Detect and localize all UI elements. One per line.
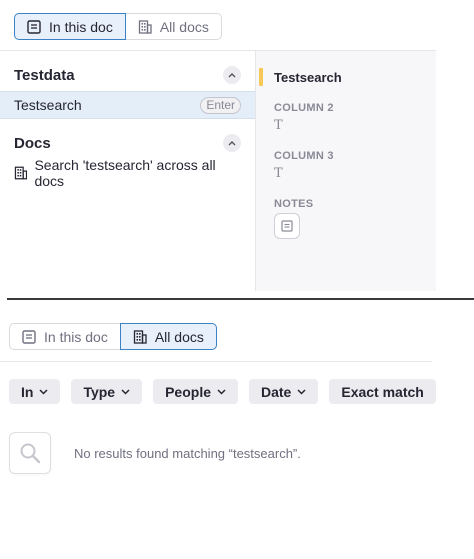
result-content: Search 'testsearch' across all docs (14, 157, 241, 189)
section-header-docs: Docs (14, 133, 241, 153)
building-icon (14, 166, 28, 180)
filter-label: In (21, 383, 34, 400)
page-icon (22, 329, 36, 344)
results-list: Testdata Testsearch Enter Docs Search 't… (0, 51, 255, 291)
filter-bar: In Type People Date Exact match (9, 379, 436, 404)
tab-label: All docs (154, 328, 204, 345)
notes-icon[interactable] (274, 213, 300, 239)
chevron-down-icon (121, 388, 130, 395)
scope-switcher: In this doc All docs (14, 13, 222, 40)
text-type-icon: T (274, 118, 283, 133)
scope-switcher: In this doc All docs (9, 323, 217, 350)
filter-label: Date (261, 383, 292, 400)
preview-title: Testsearch (274, 70, 342, 85)
result-item-search-all-docs[interactable]: Search 'testsearch' across all docs (0, 157, 255, 189)
filter-date-dropdown[interactable]: Date (249, 379, 319, 404)
enter-shortcut-badge: Enter (200, 96, 241, 114)
result-label: Search 'testsearch' across all docs (34, 157, 216, 189)
result-item-testsearch[interactable]: Testsearch Enter (0, 91, 255, 119)
text-type-icon: T (274, 166, 283, 181)
search-icon (9, 432, 51, 474)
chevron-up-icon[interactable] (223, 134, 241, 152)
chevron-down-icon (39, 388, 48, 395)
filter-people-dropdown[interactable]: People (153, 379, 238, 404)
tab-in-this-doc[interactable]: In this doc (9, 323, 121, 350)
chevron-down-icon (297, 388, 306, 395)
field-label-column-3: COLUMN 3 (274, 150, 334, 162)
tab-label: In this doc (44, 328, 108, 345)
tab-label: All docs (159, 18, 209, 35)
building-icon (133, 329, 147, 344)
screenshot-separator (7, 298, 474, 300)
filter-exact-match-toggle[interactable]: Exact match (329, 379, 436, 404)
chevron-down-icon (217, 388, 226, 395)
section-title: Docs (14, 134, 51, 152)
section-title: Testdata (14, 66, 75, 84)
result-label: Testsearch (14, 97, 82, 113)
tab-in-this-doc[interactable]: In this doc (14, 13, 126, 40)
header-divider (0, 361, 432, 362)
tab-all-docs[interactable]: All docs (125, 13, 222, 40)
filter-label: Exact match (341, 383, 424, 400)
table-color-accent (259, 68, 263, 86)
filter-type-dropdown[interactable]: Type (71, 379, 143, 404)
empty-state-message: No results found matching “testsearch”. (74, 446, 301, 461)
chevron-up-icon[interactable] (223, 66, 241, 84)
page-icon (27, 19, 41, 34)
tab-label: In this doc (49, 18, 113, 35)
field-label-notes: NOTES (274, 198, 314, 210)
filter-label: People (165, 383, 211, 400)
building-icon (138, 19, 152, 34)
tab-all-docs[interactable]: All docs (119, 323, 217, 350)
filter-in-dropdown[interactable]: In (9, 379, 61, 404)
field-label-column-2: COLUMN 2 (274, 102, 334, 114)
filter-label: Type (83, 383, 116, 400)
section-header-testdata: Testdata (14, 65, 241, 85)
preview-pane: Testsearch COLUMN 2 T COLUMN 3 T NOTES (255, 51, 436, 291)
